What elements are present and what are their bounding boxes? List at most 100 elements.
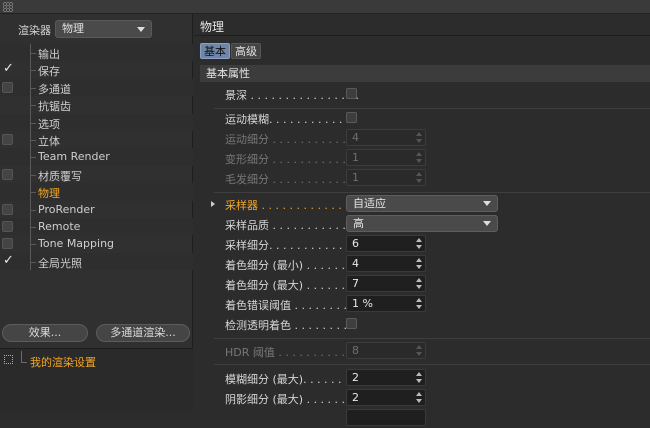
detect-transparent-checkbox[interactable] [346,318,357,329]
row-motion-subdivisions: 运动细分 . . . . . . . . . . . . 4 [194,128,650,148]
spinner-icon[interactable] [416,132,422,143]
field-value: 2 [352,391,359,404]
checkmark-icon[interactable]: ✓ [3,61,14,76]
spinner-icon[interactable] [416,152,422,163]
enable-checkbox[interactable] [2,81,13,93]
tree-item-multipass[interactable]: 多通道 [0,78,193,97]
enable-checkbox[interactable] [2,203,13,215]
row-sampler: 采样器 . . . . . . . . . . . . . . 自适应 [194,194,650,214]
field-value: 6 [352,237,359,250]
shading-sub-min-field[interactable]: 4 [346,255,426,272]
field-value: 4 [352,131,359,144]
physical-settings-panel: 物理 基本 高级 基本属性 景深 . . . . . . . . . . . . … [194,14,650,426]
row-shading-sub-min: 着色细分 (最小) . . . . . . . 4 [194,254,650,274]
motion-blur-checkbox[interactable] [346,112,357,123]
dropdown-value: 自适应 [353,197,386,210]
tab-basic[interactable]: 基本 [200,43,230,59]
tree-item-label: 输出 [38,48,60,61]
enable-checkbox[interactable] [2,133,13,145]
hair-subdivisions-field[interactable]: 1 [346,169,426,186]
renderer-label: 渲染器 [18,24,51,37]
row-label: 阴影细分 (最大) . . . . . . . [225,393,353,406]
row-label: 运动模糊. . . . . . . . . . . . [225,113,350,126]
tree-item-remote[interactable]: Remote [0,217,193,236]
preset-label[interactable]: 我的渲染设置 [30,354,96,370]
tab-advanced[interactable]: 高级 [231,43,261,59]
row-label: 变形细分 . . . . . . . . . . . . [225,153,353,166]
shading-sub-max-field[interactable]: 7 [346,275,426,292]
tree-item-label: 立体 [38,134,60,148]
spinner-icon[interactable] [416,392,422,403]
tree-item-label: 保存 [38,65,60,79]
row-hdr-threshold: HDR 阈值 . . . . . . . . . . . 8 [194,341,650,361]
row-label: 检测透明着色 . . . . . . . . . [225,319,354,332]
tree-item-label: 全局光照 [38,256,82,270]
hdr-threshold-field[interactable]: 8 [346,342,426,359]
spinner-icon[interactable] [416,238,422,249]
effects-button[interactable]: 效果... [2,324,88,342]
tree-item-options[interactable]: 选项 [0,113,193,131]
spinner-icon[interactable] [416,172,422,183]
blur-sub-max-field[interactable]: 2 [346,369,426,386]
tree-item-physical[interactable]: 物理 [0,183,193,201]
render-presets-panel: 我的渲染设置 [0,348,193,412]
spinner-icon[interactable] [416,278,422,289]
render-settings-sidebar: 渲染器 物理 输出 ✓ 保存 多通道 抗锯齿 选项 立体 Team Render… [0,14,193,412]
spinner-icon[interactable] [416,372,422,383]
multipass-render-button[interactable]: 多通道渲染... [96,324,190,342]
shadow-sub-max-field[interactable]: 2 [346,389,426,406]
field-value: 1 % [352,297,373,310]
tab-bar: 基本 高级 [200,43,262,59]
field-value: 4 [352,257,359,270]
tree-item-label: 物理 [38,187,60,201]
field-value: 8 [352,344,359,357]
spinner-icon[interactable] [416,345,422,356]
sample-subdivisions-field[interactable]: 6 [346,235,426,252]
field-value: 1 [352,151,359,164]
row-label: 运动细分 . . . . . . . . . . . . [225,133,353,146]
sample-quality-dropdown[interactable]: 高 [346,215,498,232]
renderer-select[interactable]: 物理 [55,20,152,38]
enable-checkbox[interactable] [2,238,13,250]
shading-error-threshold-field[interactable]: 1 % [346,295,426,312]
spinner-icon[interactable] [416,258,422,269]
tree-item-prorender[interactable]: ProRender [0,200,193,218]
deform-subdivisions-field[interactable]: 1 [346,149,426,166]
field-value: 7 [352,277,359,290]
chevron-down-icon [483,201,491,206]
tree-item-save[interactable]: ✓ 保存 [0,61,193,79]
motion-subdivisions-field[interactable]: 4 [346,129,426,146]
checkmark-icon[interactable]: ✓ [3,253,14,268]
row-deform-subdivisions: 变形细分 . . . . . . . . . . . . 1 [194,148,650,168]
spinner-icon[interactable] [416,298,422,309]
section-header: 基本属性 [200,65,650,82]
dropdown-value: 高 [353,217,364,230]
tree-item-antialiasing[interactable]: 抗锯齿 [0,96,193,114]
sampler-dropdown[interactable]: 自适应 [346,195,498,212]
row-depth-of-field: 景深 . . . . . . . . . . . . . . . . [194,84,650,104]
tree-item-label: 抗锯齿 [38,100,71,114]
enable-checkbox[interactable] [2,168,13,180]
grip-icon[interactable] [3,2,13,12]
expand-triangle-icon[interactable] [211,201,215,207]
tree-item-stereo[interactable]: 立体 [0,130,193,149]
tree-item-output[interactable]: 输出 [0,44,193,62]
tree-item-tone-mapping[interactable]: Tone Mapping [0,235,193,253]
tree-item-team-render[interactable]: Team Render [0,148,193,166]
top-grip-bar [0,0,650,14]
row-detect-transparent-shading: 检测透明着色 . . . . . . . . . [194,314,650,334]
tree-item-label: ProRender [38,202,95,216]
enable-checkbox[interactable] [2,220,13,232]
tree-item-material-override[interactable]: 材质覆写 [0,165,193,184]
row-shadow-sub-max: 阴影细分 (最大) . . . . . . . 2 [194,388,650,408]
panel-title: 物理 [194,14,650,36]
tree-item-label: Team Render [38,150,110,164]
row-label: 毛发细分 . . . . . . . . . . . . [225,173,353,186]
row-label: HDR 阈值 . . . . . . . . . . . [225,346,352,359]
tree-item-global-illumination[interactable]: ✓ 全局光照 [0,252,193,271]
row-shading-error-threshold: 着色错误阈值 . . . . . . . . . 1 % [194,294,650,314]
tree-item-label: Tone Mapping [38,237,115,251]
row-label: 着色错误阈值 . . . . . . . . . [225,299,354,312]
renderer-row: 渲染器 物理 [0,20,193,38]
depth-of-field-checkbox[interactable] [346,88,357,99]
